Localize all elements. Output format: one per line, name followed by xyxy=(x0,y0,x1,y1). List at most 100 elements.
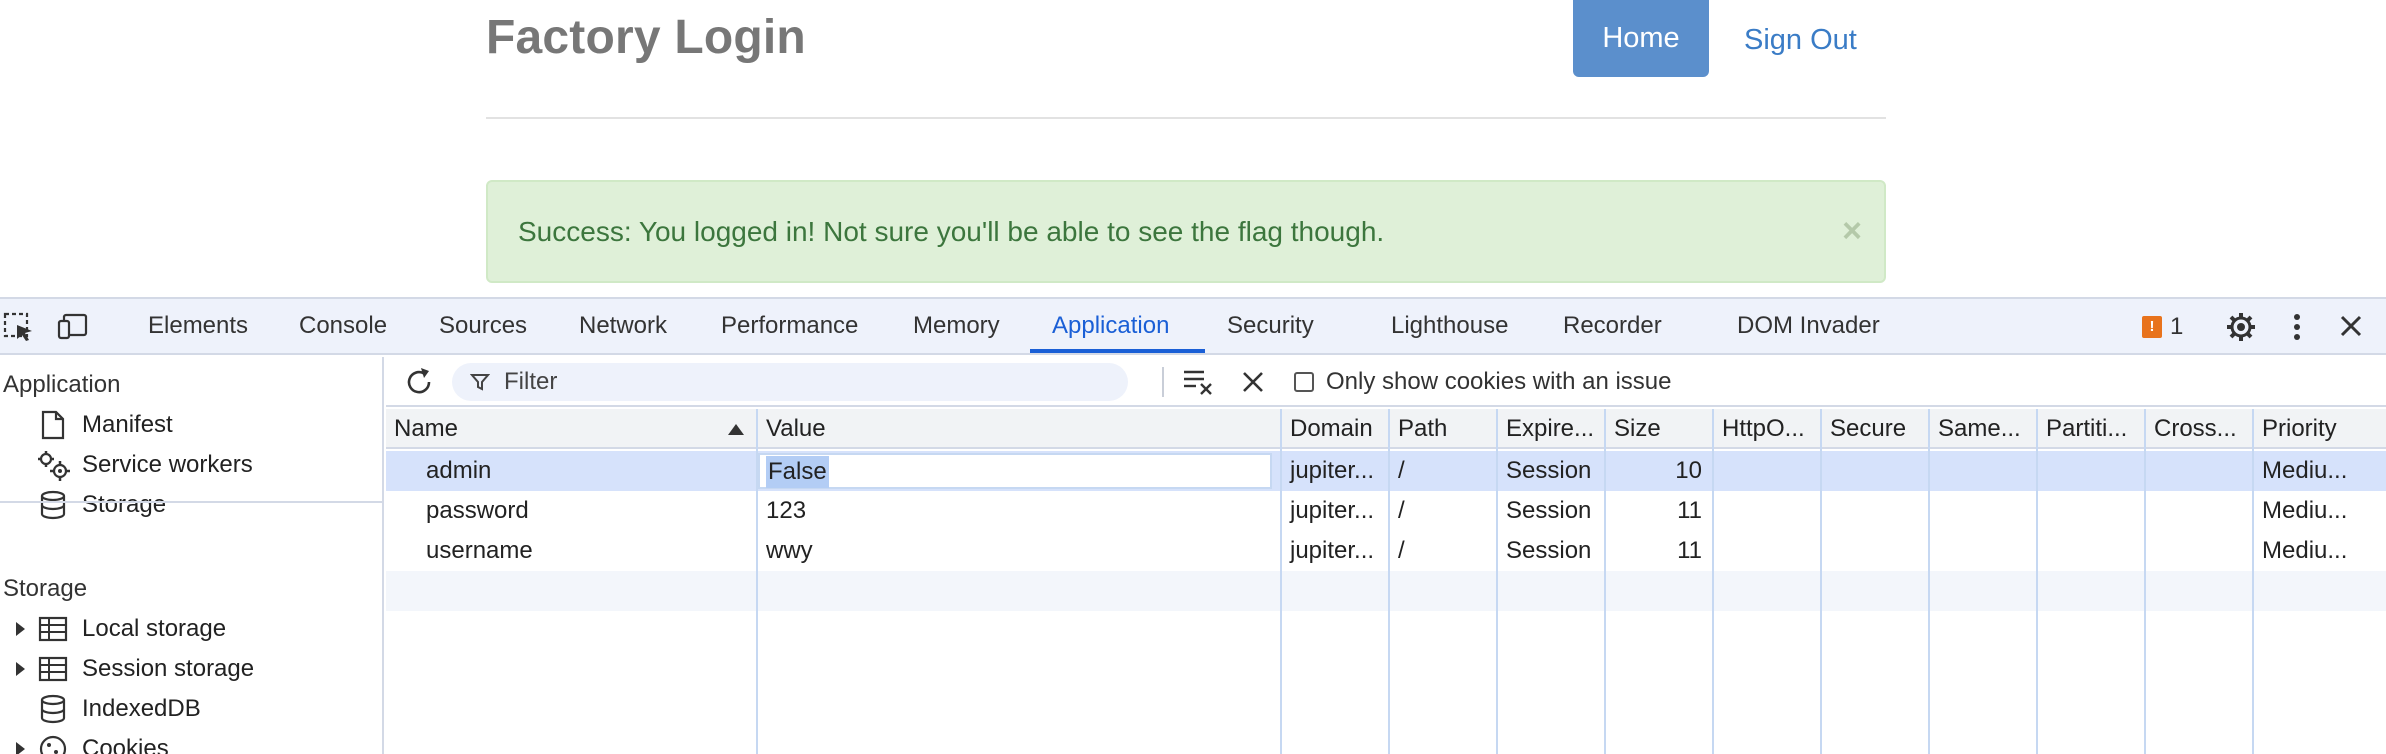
cookies-table: Name Value Domain Path Expire... Size HttpO...… xyxy=(386,409,2386,754)
cookie-filter-input[interactable] xyxy=(504,368,1064,396)
toolbar-divider xyxy=(1162,367,1164,397)
column-header-secure[interactable]: Secure xyxy=(1822,409,1930,449)
inspect-element-icon[interactable] xyxy=(2,311,36,343)
home-button[interactable]: Home xyxy=(1573,0,1709,77)
column-header-domain[interactable]: Domain xyxy=(1282,409,1390,449)
sidebar-item-service-workers[interactable]: Service workers xyxy=(36,447,253,483)
cell-httponly xyxy=(1714,451,1822,491)
column-header-size[interactable]: Size xyxy=(1606,409,1714,449)
gears-icon xyxy=(36,449,70,481)
column-header-partition[interactable]: Partiti... xyxy=(2038,409,2146,449)
success-alert: Success: You logged in! Not sure you'll … xyxy=(486,180,1886,283)
column-divider[interactable] xyxy=(2252,409,2254,754)
tab-performance[interactable]: Performance xyxy=(721,299,858,353)
cell-secure xyxy=(1822,491,1930,531)
application-sidebar: Application Manifest Service workers Sto… xyxy=(0,357,384,754)
table-header: Name Value Domain Path Expire... Size HttpO...… xyxy=(386,409,2386,449)
column-divider[interactable] xyxy=(1388,409,1390,754)
column-header-httponly[interactable]: HttpO... xyxy=(1714,409,1822,449)
sidebar-item-manifest[interactable]: Manifest xyxy=(36,407,173,443)
cell-partition xyxy=(2038,491,2146,531)
column-header-value[interactable]: Value xyxy=(758,409,1282,449)
sidebar-item-session-storage[interactable]: Session storage xyxy=(16,651,254,687)
tab-lighthouse[interactable]: Lighthouse xyxy=(1391,299,1508,353)
sidebar-item-label: IndexedDB xyxy=(82,695,201,722)
devtools-tab-bar: Elements Console Sources Network Performance… xyxy=(0,299,2386,355)
web-page: Factory Login Home Sign Out Success: You… xyxy=(0,0,2386,297)
tab-security[interactable]: Security xyxy=(1227,299,1314,353)
tab-recorder[interactable]: Recorder xyxy=(1563,299,1662,353)
cell-path: / xyxy=(1398,537,1405,564)
table-row[interactable]: admin False jupiter... / Session 10 Mediu... xyxy=(386,451,2386,491)
cell-priority: Mediu... xyxy=(2262,537,2348,564)
delete-selected-icon[interactable] xyxy=(1240,369,1266,395)
value-edit-field[interactable]: False xyxy=(758,453,1272,489)
cookie-filter-box[interactable] xyxy=(452,363,1128,401)
column-divider[interactable] xyxy=(1820,409,1822,754)
column-divider[interactable] xyxy=(1280,409,1282,754)
sidebar-item-label: Storage xyxy=(82,491,167,518)
column-header-path[interactable]: Path xyxy=(1390,409,1498,449)
tab-sources[interactable]: Sources xyxy=(439,299,527,353)
more-options-icon[interactable] xyxy=(2280,311,2314,343)
refresh-icon[interactable] xyxy=(402,365,436,399)
cell-cross xyxy=(2146,451,2254,491)
expand-arrow-icon[interactable] xyxy=(16,622,25,636)
column-divider[interactable] xyxy=(1604,409,1606,754)
cell-name: username xyxy=(426,537,533,564)
cell-size: 10 xyxy=(1675,457,1702,484)
column-header-priority[interactable]: Priority xyxy=(2254,409,2386,449)
cell-samesite xyxy=(1930,491,2038,531)
tab-elements[interactable]: Elements xyxy=(148,299,248,353)
table-row[interactable]: username wwy jupiter... / Session 11 Mediu... xyxy=(386,531,2386,571)
column-divider[interactable] xyxy=(1928,409,1930,754)
close-devtools-icon[interactable] xyxy=(2334,311,2368,343)
sidebar-item-storage[interactable]: Storage xyxy=(36,487,166,523)
cell-partition xyxy=(2038,531,2146,571)
sidebar-section-divider xyxy=(0,501,384,503)
column-divider[interactable] xyxy=(1712,409,1714,754)
tab-memory[interactable]: Memory xyxy=(913,299,1000,353)
sort-ascending-icon[interactable] xyxy=(728,424,744,435)
only-issues-checkbox[interactable] xyxy=(1294,372,1314,392)
column-header-cross[interactable]: Cross... xyxy=(2146,409,2254,449)
column-divider[interactable] xyxy=(2144,409,2146,754)
tab-network[interactable]: Network xyxy=(579,299,667,353)
column-divider[interactable] xyxy=(2036,409,2038,754)
only-issues-filter[interactable]: Only show cookies with an issue xyxy=(1294,365,1672,399)
sidebar-item-label: Service workers xyxy=(82,451,253,478)
issues-badge[interactable]: ! 1 xyxy=(2142,313,2183,341)
column-header-name[interactable]: Name xyxy=(386,409,758,449)
expand-arrow-icon[interactable] xyxy=(16,742,25,754)
header-divider xyxy=(486,117,1886,119)
cell-secure xyxy=(1822,531,1930,571)
tab-application[interactable]: Application xyxy=(1052,299,1169,353)
sign-out-link[interactable]: Sign Out xyxy=(1744,0,1857,80)
expand-arrow-icon[interactable] xyxy=(16,662,25,676)
sidebar-item-cookies[interactable]: Cookies xyxy=(16,731,169,754)
selected-value-text[interactable]: False xyxy=(766,456,829,488)
database-icon xyxy=(36,489,70,521)
cell-cross xyxy=(2146,531,2254,571)
cell-path: / xyxy=(1398,457,1405,484)
device-toolbar-icon[interactable] xyxy=(56,311,90,343)
alert-close-button[interactable]: × xyxy=(1842,212,1862,251)
clear-all-cookies-icon[interactable] xyxy=(1182,367,1216,397)
column-header-expires[interactable]: Expire... xyxy=(1498,409,1606,449)
cell-partition xyxy=(2038,451,2146,491)
settings-gear-icon[interactable] xyxy=(2224,311,2258,343)
column-header-samesite[interactable]: Same... xyxy=(1930,409,2038,449)
sidebar-item-local-storage[interactable]: Local storage xyxy=(16,611,226,647)
cell-secure xyxy=(1822,451,1930,491)
cell-size: 11 xyxy=(1677,537,1702,564)
column-divider[interactable] xyxy=(1496,409,1498,754)
sidebar-heading-application: Application xyxy=(3,371,121,398)
alert-message: Success: You logged in! Not sure you'll … xyxy=(518,216,1385,247)
tab-dom-invader[interactable]: DOM Invader xyxy=(1737,299,1880,353)
column-divider[interactable] xyxy=(756,409,758,754)
tab-console[interactable]: Console xyxy=(299,299,387,353)
cell-priority: Mediu... xyxy=(2262,497,2348,524)
table-row[interactable]: password 123 jupiter... / Session 11 Mediu... xyxy=(386,491,2386,531)
sidebar-heading-storage: Storage xyxy=(3,575,88,602)
sidebar-item-indexeddb[interactable]: IndexedDB xyxy=(36,691,201,727)
